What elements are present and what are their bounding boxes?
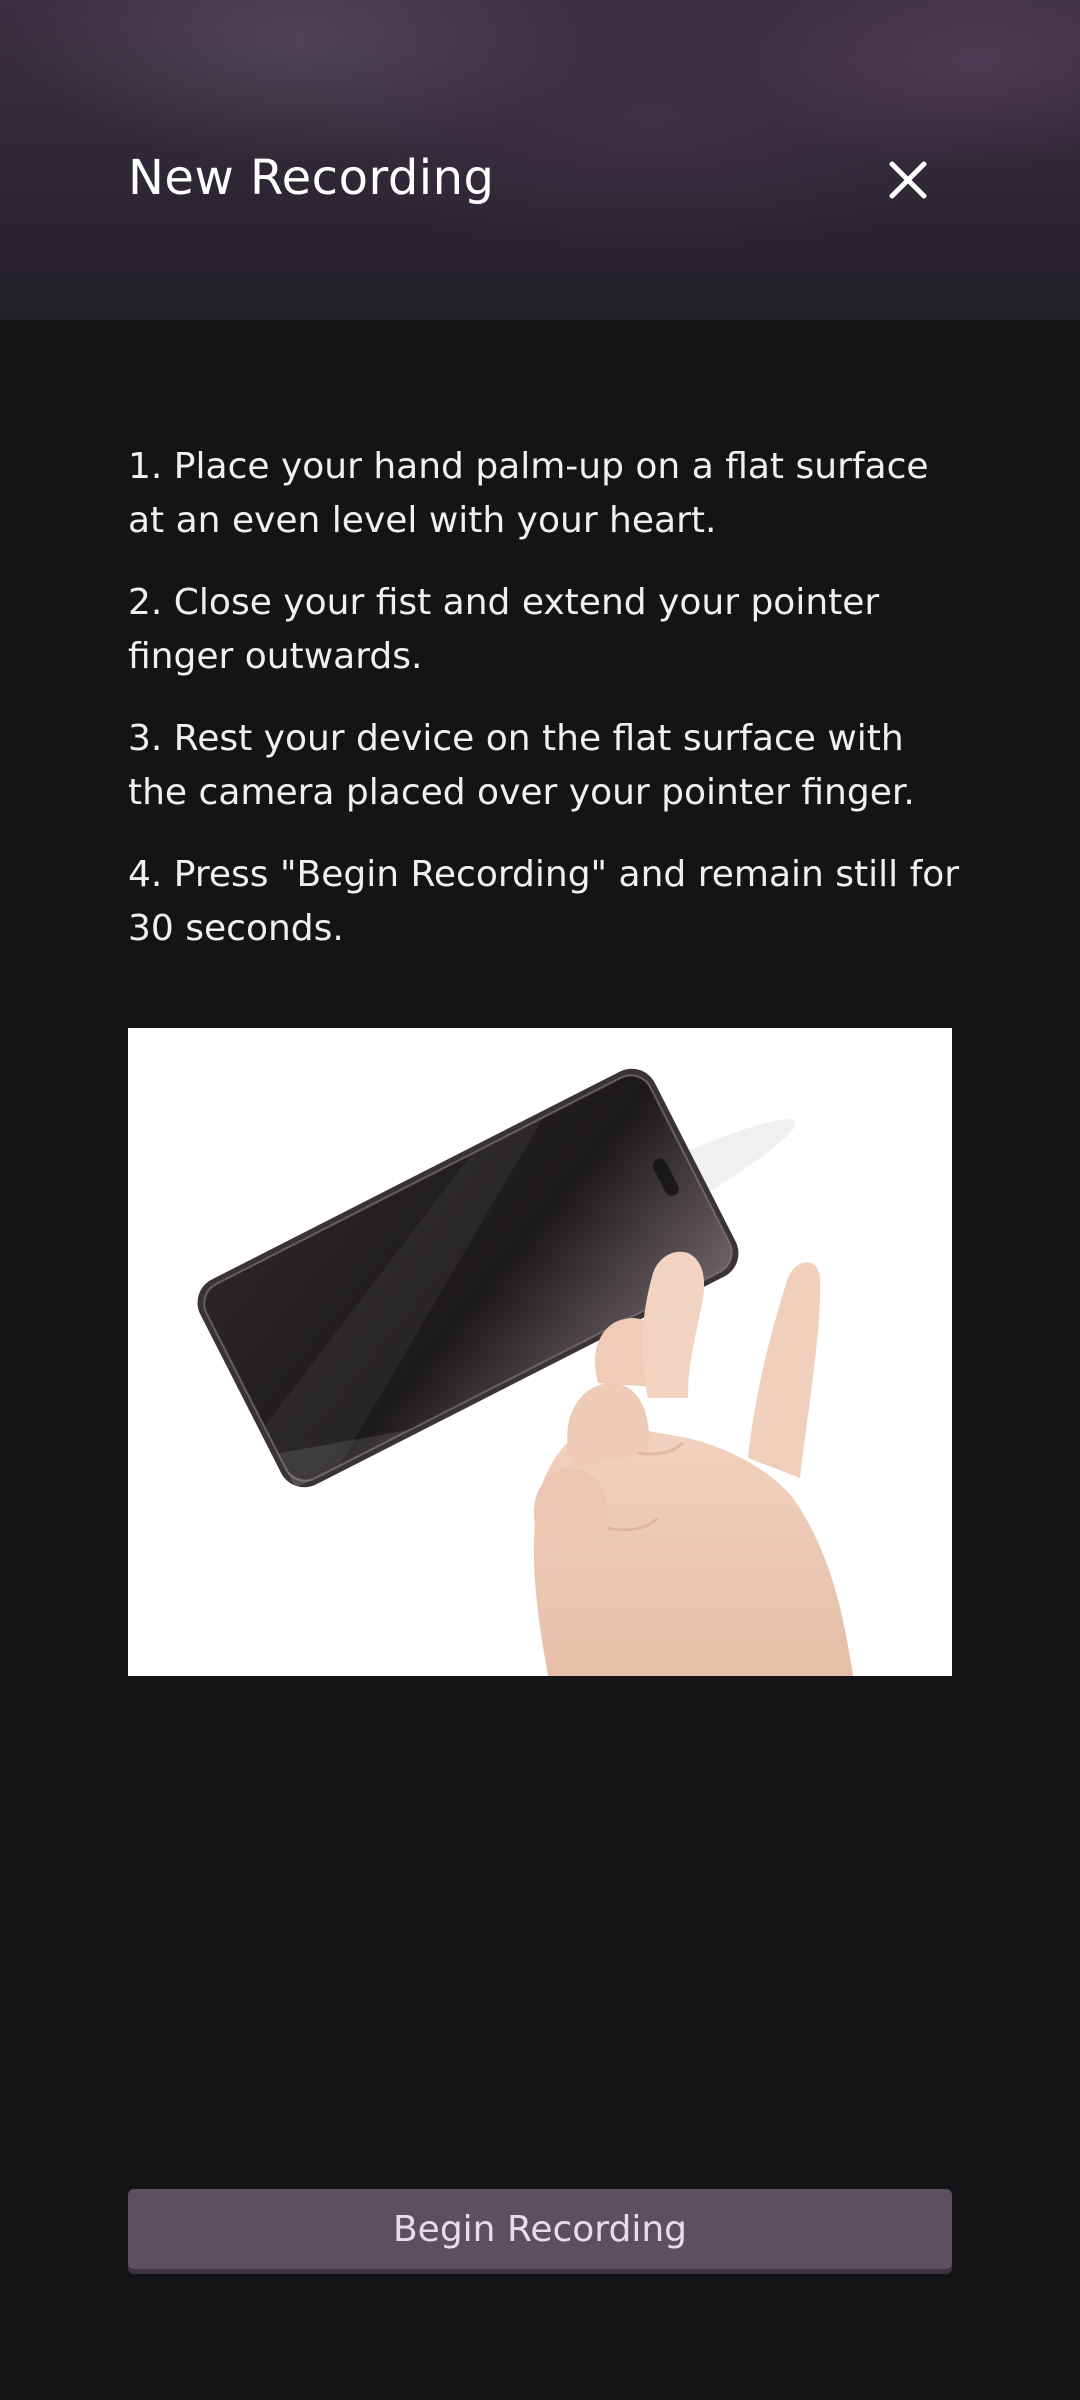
header-banner: New Recording xyxy=(0,0,1080,320)
instruction-step-3: 3. Rest your device on the flat surface … xyxy=(128,718,915,813)
close-icon xyxy=(889,161,927,199)
close-button[interactable] xyxy=(876,148,940,212)
page-title: New Recording xyxy=(128,150,495,206)
instruction-step-2: 2. Close your fist and extend your point… xyxy=(128,582,880,677)
begin-recording-button[interactable]: Begin Recording xyxy=(128,2189,952,2269)
instruction-step-1: 1. Place your hand palm-up on a flat sur… xyxy=(128,446,929,541)
instructions-list: 1. Place your hand palm-up on a flat sur… xyxy=(128,440,968,984)
instruction-step-4: 4. Press "Begin Recording" and remain st… xyxy=(128,854,960,949)
phone-on-finger-illustration xyxy=(197,1068,853,1676)
instruction-illustration xyxy=(128,1028,952,1676)
